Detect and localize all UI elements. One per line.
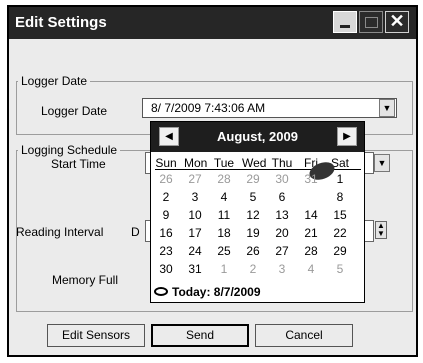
calendar-day-cell[interactable]: 10 bbox=[184, 208, 206, 222]
calendar-day-cell[interactable]: 4 bbox=[213, 190, 235, 204]
logger-date-legend: Logger Date bbox=[18, 74, 91, 88]
calendar-day-cell[interactable]: 28 bbox=[300, 244, 322, 258]
edit-sensors-button[interactable]: Edit Sensors bbox=[47, 324, 145, 347]
close-button[interactable]: ✕ bbox=[385, 11, 409, 33]
logger-date-label: Logger Date bbox=[41, 104, 108, 118]
reading-interval-spinner[interactable]: ▲ ▼ bbox=[375, 221, 387, 239]
calendar-day-cell[interactable]: 19 bbox=[242, 226, 264, 240]
calendar-month-label: August, 2009 bbox=[217, 129, 298, 144]
window-title: Edit Settings bbox=[15, 14, 107, 31]
calendar-day-cell[interactable]: 11 bbox=[213, 208, 235, 222]
start-time-label: Start Time bbox=[51, 157, 106, 171]
calendar-day-cell[interactable]: 17 bbox=[184, 226, 206, 240]
maximize-button[interactable] bbox=[359, 11, 383, 33]
calendar-day-cell[interactable]: 14 bbox=[300, 208, 322, 222]
send-button[interactable]: Send bbox=[151, 324, 249, 347]
weekday-header: Tue bbox=[213, 156, 235, 170]
logging-schedule-legend: Logging Schedule bbox=[18, 143, 121, 157]
reading-interval-field-right[interactable] bbox=[364, 220, 374, 242]
weekday-header: Thu bbox=[271, 156, 293, 170]
calendar-day-cell[interactable]: 6 bbox=[271, 190, 293, 204]
today-link[interactable]: Today: 8/7/2009 bbox=[172, 285, 261, 299]
calendar-day-cell[interactable]: 16 bbox=[155, 226, 177, 240]
calendar-day-cell[interactable]: 27 bbox=[184, 172, 206, 186]
calendar-day-cell[interactable]: 23 bbox=[155, 244, 177, 258]
start-time-dropdown-button[interactable]: ▼ bbox=[374, 154, 390, 172]
calendar-day-cell[interactable]: 29 bbox=[242, 172, 264, 186]
calendar-day-cell[interactable]: 1 bbox=[213, 262, 235, 276]
calendar-day-cell[interactable]: 26 bbox=[242, 244, 264, 258]
calendar-day-cell[interactable]: 12 bbox=[242, 208, 264, 222]
minimize-button[interactable] bbox=[333, 11, 357, 33]
weekday-header: Wed bbox=[242, 156, 267, 170]
reading-interval-unit-label: D bbox=[131, 225, 140, 239]
today-circle-icon bbox=[154, 287, 168, 296]
calendar-day-cell[interactable]: 2 bbox=[242, 262, 264, 276]
logger-date-dropdown-button[interactable]: ▼ bbox=[379, 99, 395, 117]
calendar-day-cell[interactable]: 22 bbox=[329, 226, 351, 240]
calendar-day-cell[interactable]: 20 bbox=[271, 226, 293, 240]
calendar-day-cell[interactable]: 3 bbox=[184, 190, 206, 204]
calendar-day-cell[interactable]: 26 bbox=[155, 172, 177, 186]
start-time-field-right[interactable] bbox=[364, 152, 374, 174]
calendar-day-cell[interactable]: 2 bbox=[155, 190, 177, 204]
calendar-day-cell[interactable]: 9 bbox=[155, 208, 177, 222]
calendar-day-cell[interactable]: 24 bbox=[184, 244, 206, 258]
calendar-day-cell[interactable]: 5 bbox=[242, 190, 264, 204]
logger-date-picker[interactable]: 8/ 7/2009 7:43:06 AM ▼ bbox=[142, 98, 397, 118]
calendar-day-cell[interactable]: 28 bbox=[213, 172, 235, 186]
memory-full-label: Memory Full bbox=[52, 273, 119, 287]
reading-interval-label: Reading Interval bbox=[16, 225, 104, 239]
calendar-day-cell[interactable]: 27 bbox=[271, 244, 293, 258]
calendar-day-cell[interactable]: 30 bbox=[155, 262, 177, 276]
calendar-header: ◀ August, 2009 ▶ bbox=[151, 122, 364, 152]
calendar-popup: ◀ August, 2009 ▶ Sun Mon Tue Wed Thu Fri Sat 2… bbox=[150, 121, 365, 303]
calendar-day-cell[interactable]: 21 bbox=[300, 226, 322, 240]
calendar-day-cell[interactable]: 13 bbox=[271, 208, 293, 222]
calendar-day-cell[interactable]: 8 bbox=[329, 190, 351, 204]
cancel-button[interactable]: Cancel bbox=[255, 324, 353, 347]
calendar-day-cell[interactable]: 30 bbox=[271, 172, 293, 186]
calendar-day-cell[interactable]: 18 bbox=[213, 226, 235, 240]
calendar-day-cell[interactable]: 25 bbox=[213, 244, 235, 258]
calendar-day-cell[interactable]: 15 bbox=[329, 208, 351, 222]
selected-day-cell[interactable]: 7 bbox=[300, 190, 322, 204]
title-bar[interactable]: Edit Settings ✕ bbox=[9, 7, 416, 39]
weekday-header: Sun bbox=[155, 156, 177, 170]
calendar-day-cell[interactable]: 1 bbox=[329, 172, 351, 186]
next-month-button[interactable]: ▶ bbox=[337, 127, 357, 146]
calendar-day-cell[interactable]: 3 bbox=[271, 262, 293, 276]
calendar-day-cell[interactable]: 5 bbox=[329, 262, 351, 276]
calendar-day-cell[interactable]: 31 bbox=[184, 262, 206, 276]
weekday-header: Mon bbox=[184, 156, 208, 170]
calendar-day-cell[interactable]: 31 bbox=[300, 172, 322, 186]
calendar-day-cell[interactable]: 29 bbox=[329, 244, 351, 258]
logger-date-value: 8/ 7/2009 7:43:06 AM bbox=[151, 101, 266, 115]
calendar-day-cell[interactable]: 4 bbox=[300, 262, 322, 276]
